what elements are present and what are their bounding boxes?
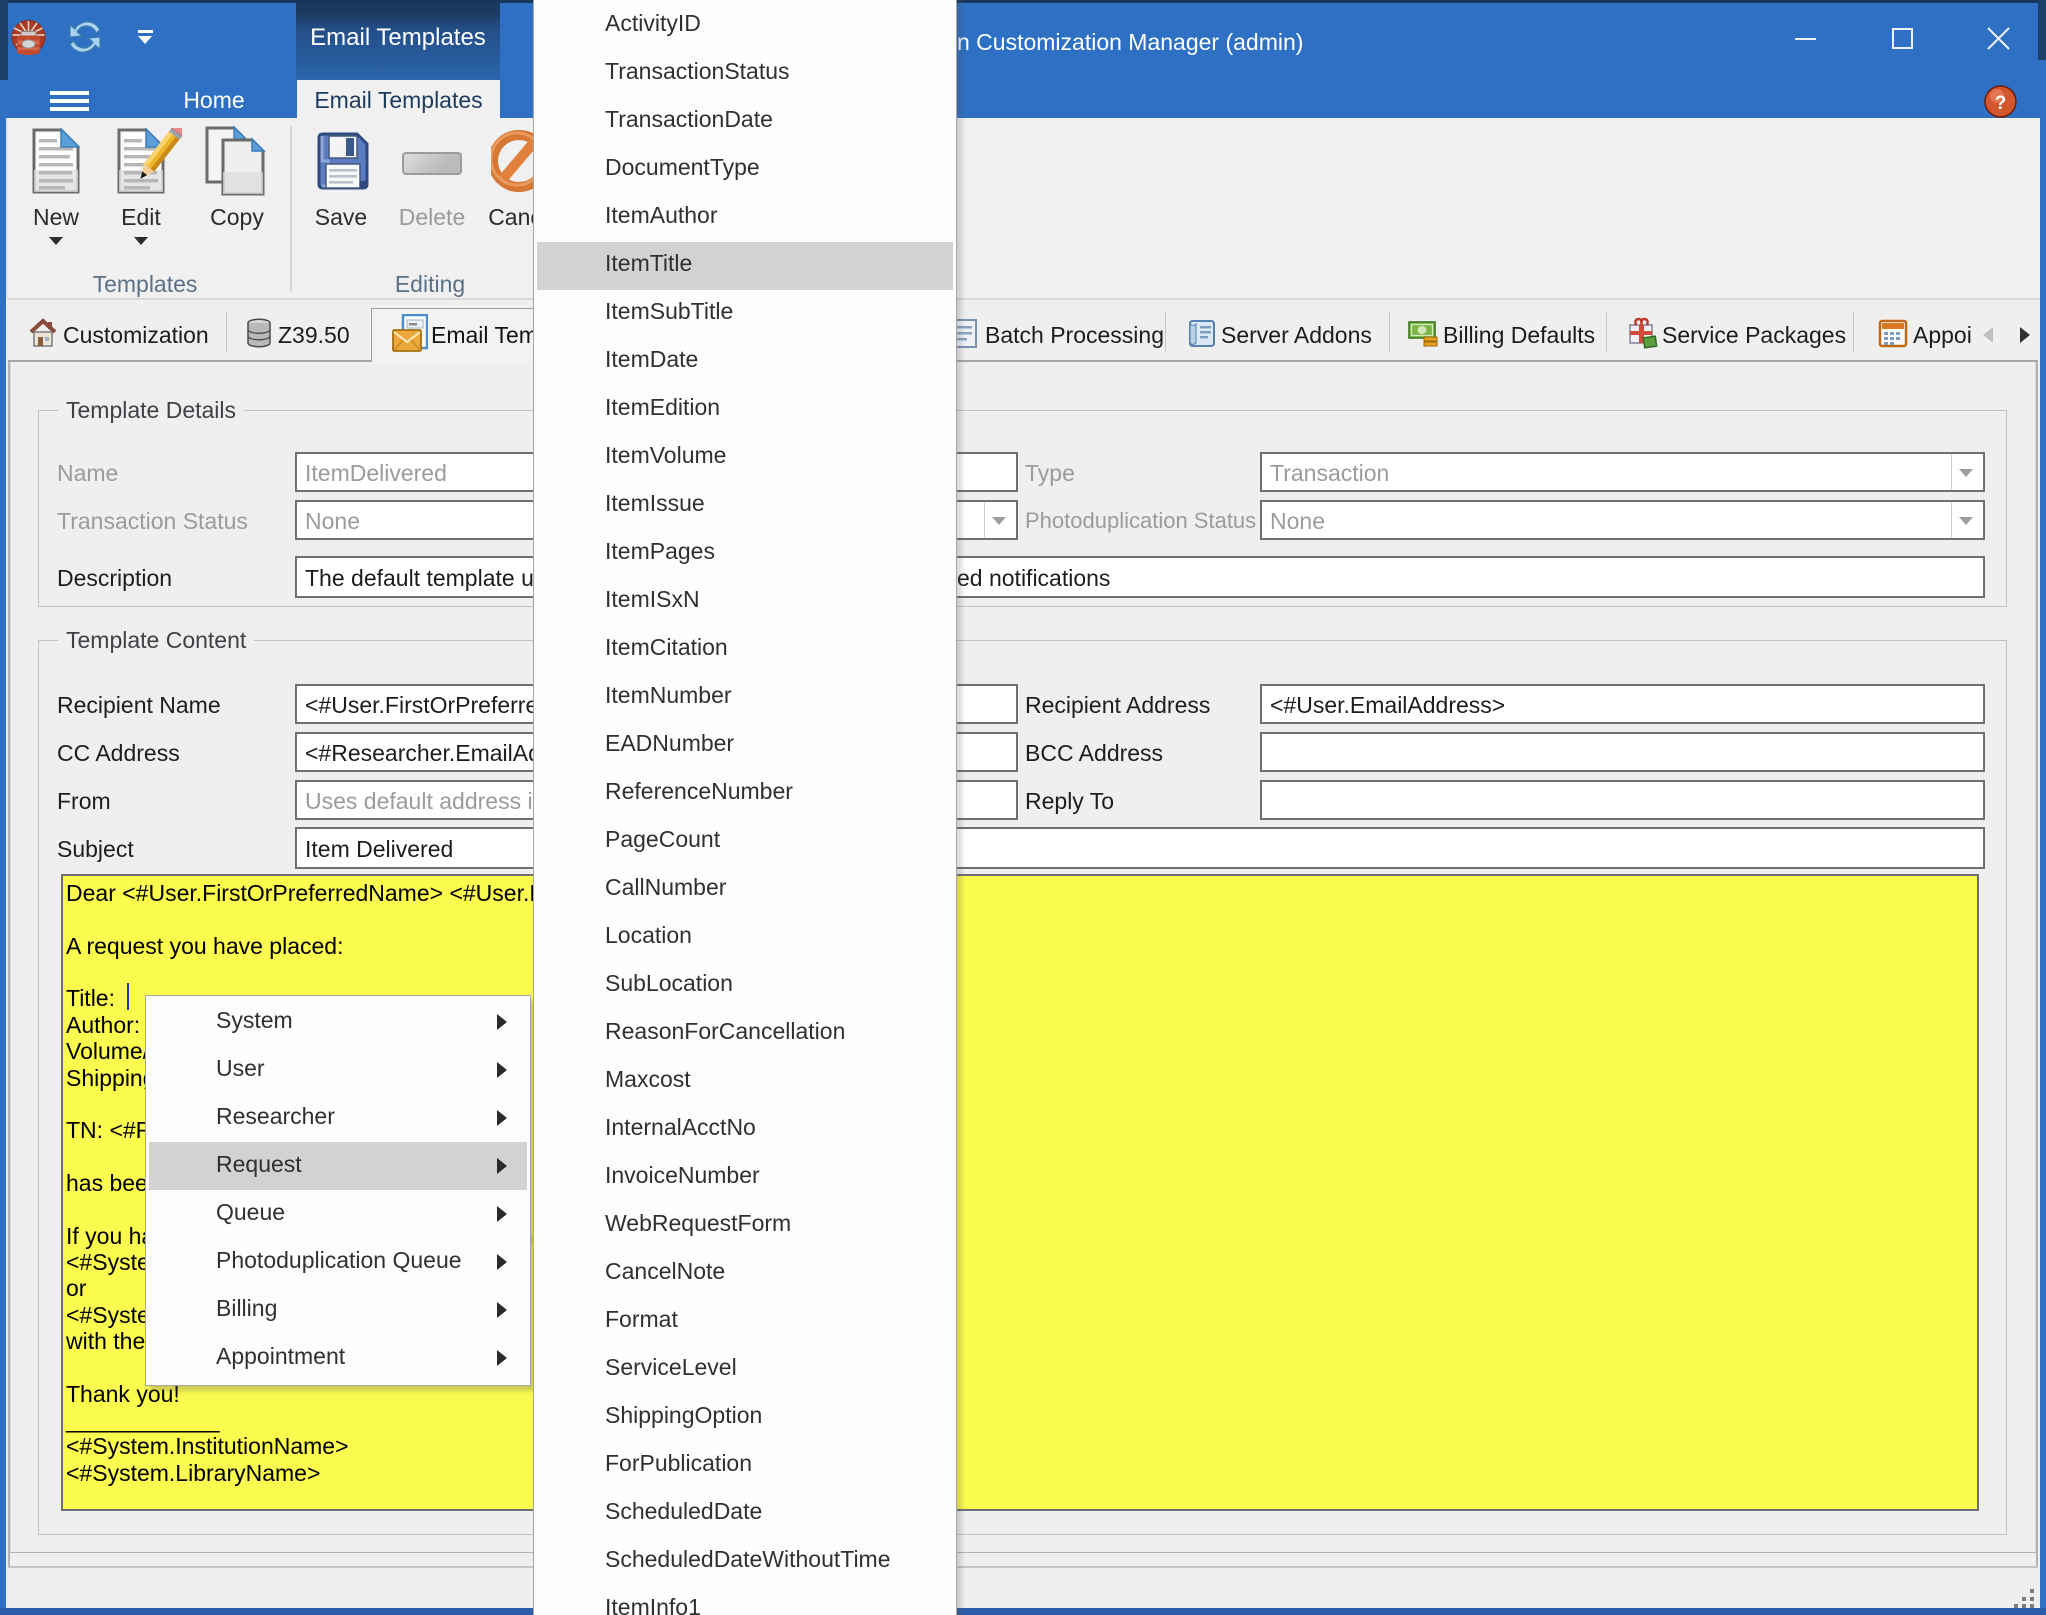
svg-text:?: ?	[1995, 93, 2007, 114]
